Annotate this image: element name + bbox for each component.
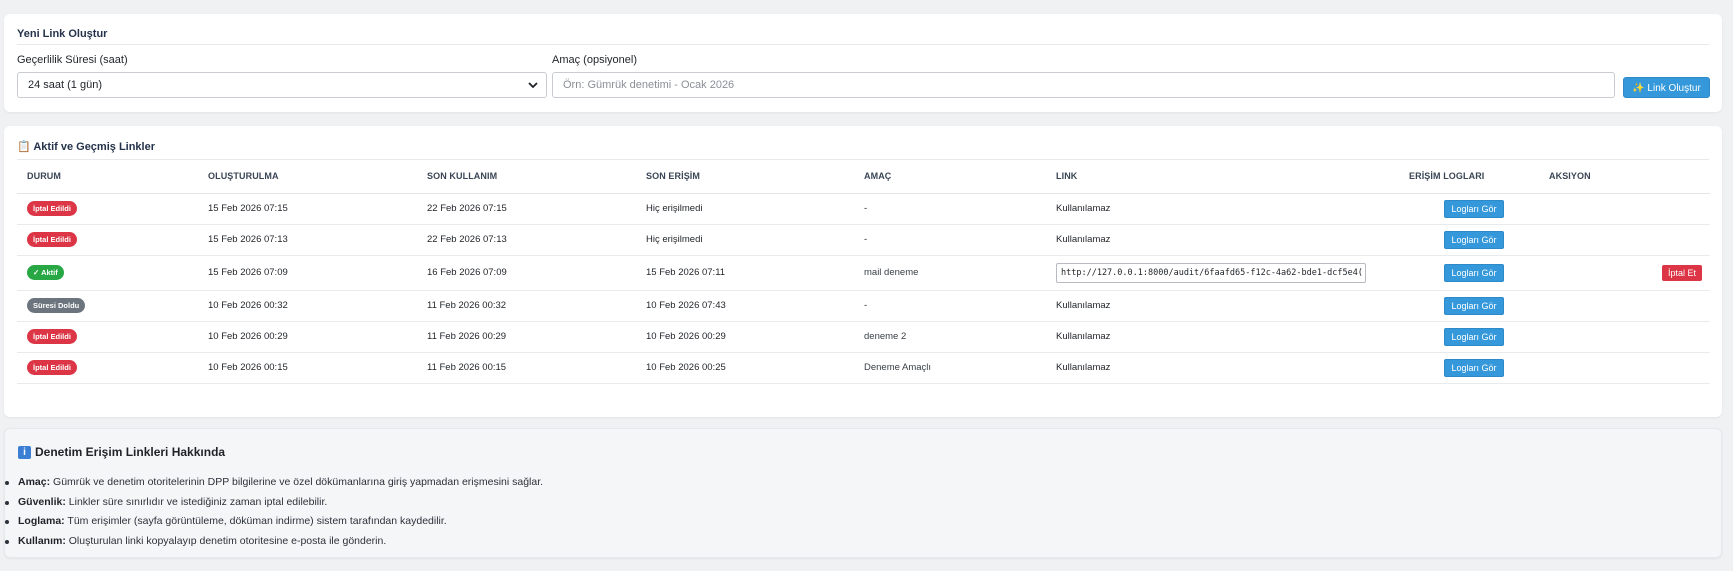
purpose-cell: -	[854, 224, 1046, 256]
view-logs-button[interactable]: Logları Gör	[1444, 296, 1504, 315]
info-title: i Denetim Erişim Linkleri Hakkında	[18, 445, 225, 459]
status-badge: Süresi Doldu	[27, 298, 86, 313]
table-row: ✓ Aktif 15 Feb 2026 07:09 16 Feb 2026 07…	[17, 255, 1710, 291]
created-cell: 10 Feb 2026 00:15	[198, 352, 417, 384]
table-row: İptal Edildi 10 Feb 2026 00:29 11 Feb 20…	[17, 321, 1710, 353]
column-header[interactable]: ERİŞİM LOGLARI	[1399, 160, 1539, 194]
status-badge: İptal Edildi	[27, 329, 77, 344]
list-item: Loglama: Tüm erişimler (sayfa görüntülem…	[5, 515, 543, 535]
purpose-input[interactable]: Örn: Gümrük denetimi - Ocak 2026	[552, 72, 1615, 98]
purpose-cell: -	[854, 193, 1046, 225]
info-term: Loglama:	[18, 515, 65, 527]
revoke-button[interactable]: İptal Et	[1661, 264, 1702, 281]
view-logs-button[interactable]: Logları Gör	[1444, 358, 1504, 377]
view-logs-button[interactable]: Logları Gör	[1444, 230, 1504, 249]
last-access-cell: 10 Feb 2026 07:43	[636, 290, 854, 322]
info-text: Tüm erişimler (sayfa görüntüleme, döküma…	[64, 515, 447, 527]
expires-cell: 11 Feb 2026 00:32	[417, 290, 636, 322]
validity-select-value: 24 saat (1 gün)	[28, 79, 102, 91]
view-logs-button[interactable]: Logları Gör	[1444, 263, 1504, 282]
column-header[interactable]: DURUM	[17, 160, 198, 194]
last-access-cell: 10 Feb 2026 00:29	[636, 321, 854, 353]
validity-label: Geçerlilik Süresi (saat)	[17, 54, 128, 66]
expires-cell: 22 Feb 2026 07:13	[417, 224, 636, 256]
info-term: Kullanım:	[18, 534, 66, 547]
info-text: Oluşturulan linki kopyalayıp denetim oto…	[65, 534, 387, 547]
link-cell: Kullanılamaz	[1046, 193, 1399, 225]
create-link-button[interactable]: ✨ Link Oluştur	[1623, 77, 1710, 98]
last-access-cell: 10 Feb 2026 00:25	[636, 352, 854, 384]
table-row: Süresi Doldu 10 Feb 2026 00:32 11 Feb 20…	[17, 290, 1710, 322]
info-term: Güvenlik:	[18, 495, 66, 508]
created-cell: 10 Feb 2026 00:32	[198, 290, 417, 322]
expires-cell: 22 Feb 2026 07:15	[417, 193, 636, 225]
column-header[interactable]: AMAÇ	[854, 160, 1046, 194]
validity-select[interactable]: 24 saat (1 gün)	[17, 72, 547, 98]
status-badge: İptal Edildi	[27, 201, 77, 216]
column-header[interactable]: OLUŞTURULMA	[198, 160, 417, 194]
list-item: Amaç: Gümrük ve denetim otoritelerinin D…	[5, 476, 543, 496]
expires-cell: 16 Feb 2026 07:09	[417, 255, 636, 291]
purpose-cell: deneme 2	[854, 321, 1046, 353]
link-cell: Kullanılamaz	[1046, 290, 1399, 322]
chevron-down-icon	[528, 82, 538, 89]
last-access-cell: Hiç erişilmedi	[636, 224, 854, 256]
info-text: Gümrük ve denetim otoritelerinin DPP bil…	[50, 476, 544, 488]
table-header-row: DURUM OLUŞTURULMA SON KULLANIM SON ERİŞİ…	[17, 160, 1710, 194]
create-link-card: Yeni Link Oluştur Geçerlilik Süresi (saa…	[4, 14, 1722, 112]
created-cell: 15 Feb 2026 07:15	[198, 193, 417, 225]
info-text: Linkler süre sınırlıdır ve istediğiniz z…	[65, 495, 328, 508]
list-item: Kullanım: Oluşturulan linki kopyalayıp d…	[5, 535, 543, 555]
table-row: İptal Edildi 15 Feb 2026 07:13 22 Feb 20…	[17, 224, 1710, 256]
link-cell: Kullanılamaz	[1046, 224, 1399, 256]
view-logs-button[interactable]: Logları Gör	[1444, 199, 1504, 218]
link-url-field[interactable]: http://127.0.0.1:8000/audit/6faafd65-f12…	[1056, 262, 1366, 283]
link-cell: Kullanılamaz	[1046, 352, 1399, 384]
links-table: DURUM OLUŞTURULMA SON KULLANIM SON ERİŞİ…	[17, 160, 1710, 384]
purpose-cell: -	[854, 290, 1046, 322]
status-badge: İptal Edildi	[27, 232, 77, 247]
view-logs-button[interactable]: Logları Gör	[1444, 327, 1504, 346]
column-header[interactable]: SON KULLANIM	[417, 160, 636, 194]
table-row: İptal Edildi 10 Feb 2026 00:15 11 Feb 20…	[17, 352, 1710, 384]
status-badge: ✓ Aktif	[27, 265, 64, 280]
expires-cell: 11 Feb 2026 00:29	[417, 321, 636, 353]
info-term: Amaç:	[18, 476, 51, 488]
column-header[interactable]: LINK	[1046, 160, 1399, 194]
create-link-title: Yeni Link Oluştur	[17, 28, 108, 40]
column-header[interactable]: SON ERİŞİM	[636, 160, 854, 194]
link-cell: Kullanılamaz	[1046, 321, 1399, 353]
purpose-label: Amaç (opsiyonel)	[552, 54, 637, 66]
status-badge: İptal Edildi	[27, 360, 77, 375]
expires-cell: 11 Feb 2026 00:15	[417, 352, 636, 384]
purpose-cell: Deneme Amaçlı	[854, 352, 1046, 384]
purpose-cell: mail deneme	[854, 255, 1046, 291]
column-header[interactable]: AKSIYON	[1539, 160, 1710, 194]
last-access-cell: Hiç erişilmedi	[636, 193, 854, 225]
info-icon: i	[18, 445, 31, 459]
info-card: i Denetim Erişim Linkleri Hakkında Amaç:…	[4, 428, 1722, 558]
info-list: Amaç: Gümrük ve denetim otoritelerinin D…	[5, 476, 543, 554]
created-cell: 15 Feb 2026 07:13	[198, 224, 417, 256]
links-title: 📋 Aktif ve Geçmiş Linkler	[17, 141, 156, 153]
links-card: 📋 Aktif ve Geçmiş Linkler DURUM OLUŞTURU…	[4, 126, 1722, 417]
created-cell: 10 Feb 2026 00:29	[198, 321, 417, 353]
created-cell: 15 Feb 2026 07:09	[198, 255, 417, 291]
last-access-cell: 15 Feb 2026 07:11	[636, 255, 854, 291]
list-item: Güvenlik: Linkler süre sınırlıdır ve ist…	[5, 496, 543, 516]
divider	[17, 44, 1709, 45]
info-title-text: Denetim Erişim Linkleri Hakkında	[35, 445, 226, 459]
table-row: İptal Edildi 15 Feb 2026 07:15 22 Feb 20…	[17, 193, 1710, 225]
